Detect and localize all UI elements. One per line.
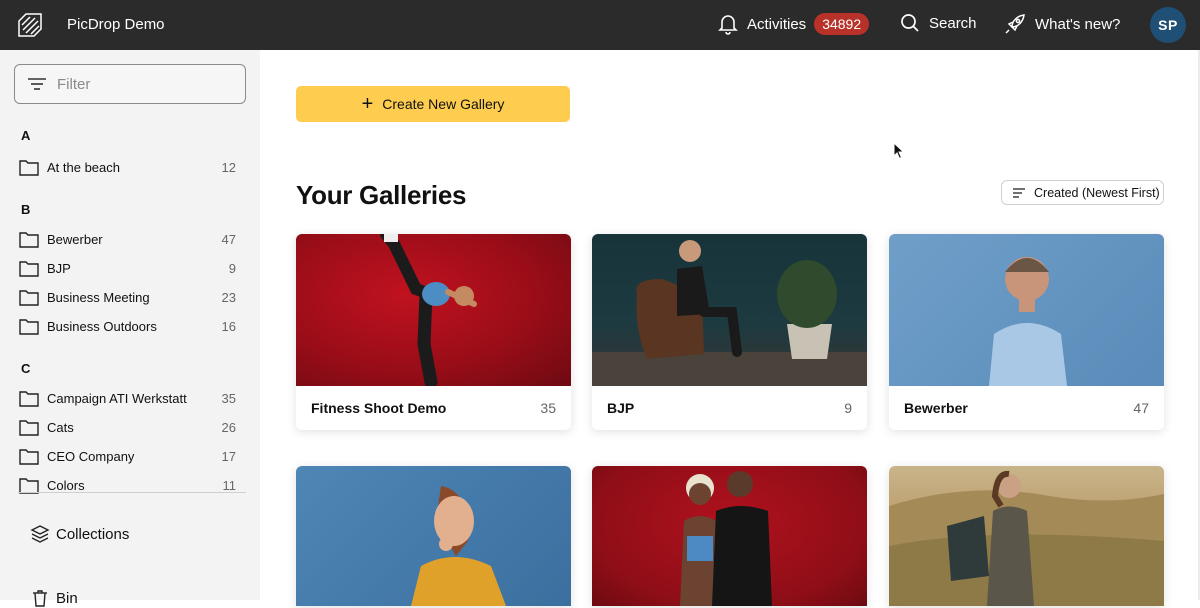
gallery-thumbnail xyxy=(296,466,571,606)
gallery-thumbnail xyxy=(592,234,867,386)
create-new-gallery-label: Create New Gallery xyxy=(382,96,505,112)
sidebar-item-at-the-beach[interactable]: At the beach 12 xyxy=(0,153,260,182)
activities-button[interactable]: Activities 34892 xyxy=(718,13,870,35)
gallery-card-name: Fitness Shoot Demo xyxy=(311,400,447,416)
folder-icon xyxy=(19,449,39,465)
gallery-card-bewerber[interactable]: Bewerber 47 xyxy=(889,234,1164,430)
sidebar-item-count: 26 xyxy=(221,420,236,435)
sidebar-item-count: 12 xyxy=(221,160,236,175)
sidebar-item-count: 16 xyxy=(221,319,236,334)
gallery-card-footer: Bewerber 47 xyxy=(889,386,1164,430)
sidebar-item-count: 9 xyxy=(228,261,236,276)
sidebar-item-label: Business Outdoors xyxy=(47,319,157,334)
fitness-couple-photo-illustration xyxy=(680,471,772,606)
gallery-card[interactable] xyxy=(296,466,571,606)
gallery-card-footer: BJP 9 xyxy=(592,386,867,430)
bell-icon xyxy=(718,15,738,35)
woman-in-chair-photo-illustration xyxy=(592,240,867,386)
sidebar-item-count: 47 xyxy=(221,232,236,247)
sidebar-item-bewerber[interactable]: Bewerber 47 xyxy=(0,225,260,254)
sidebar-item-label: At the beach xyxy=(47,160,120,175)
group-letter-c: C xyxy=(21,361,31,376)
gallery-card-fitness-shoot-demo[interactable]: Fitness Shoot Demo 35 xyxy=(296,234,571,430)
folder-icon xyxy=(19,391,39,407)
list-divider xyxy=(18,492,246,493)
group-letter-a: A xyxy=(21,128,31,143)
sidebar-item-label: Business Meeting xyxy=(47,290,150,305)
app-title[interactable]: PicDrop Demo xyxy=(67,16,165,33)
folder-icon xyxy=(19,420,39,436)
collections-link[interactable]: Collections xyxy=(30,524,129,544)
filter-input[interactable] xyxy=(57,75,227,93)
gallery-card-bjp[interactable]: BJP 9 xyxy=(592,234,867,430)
gallery-card[interactable] xyxy=(889,466,1164,606)
sidebar-item-cats[interactable]: Cats 26 xyxy=(0,413,260,442)
gallery-card-name: BJP xyxy=(607,400,635,416)
sort-dropdown[interactable]: Created (Newest First) xyxy=(1001,180,1164,205)
folder-icon xyxy=(19,160,39,176)
man-portrait-photo-illustration xyxy=(989,257,1067,386)
rocket-icon xyxy=(1005,14,1025,34)
sidebar-item-label: Bewerber xyxy=(47,232,103,247)
fitness-photo-illustration xyxy=(380,234,477,386)
sidebar-item-label: Colors xyxy=(47,478,85,493)
top-bar: PicDrop Demo Activities 34892 Search Wha… xyxy=(0,0,1200,50)
create-new-gallery-button[interactable]: + Create New Gallery xyxy=(296,86,570,122)
search-button[interactable]: Search xyxy=(900,13,977,33)
gallery-thumbnail xyxy=(296,234,571,386)
gallery-thumbnail xyxy=(889,466,1164,606)
sidebar-item-count: 17 xyxy=(221,449,236,464)
gallery-thumbnail xyxy=(889,234,1164,386)
sidebar-item-label: Cats xyxy=(47,420,74,435)
plus-icon: + xyxy=(361,93,374,115)
page-title: Your Galleries xyxy=(296,180,467,210)
gallery-card-count: 47 xyxy=(1133,400,1149,416)
activities-label: Activities xyxy=(747,15,807,33)
folder-icon xyxy=(19,261,39,277)
sort-label: Created (Newest First) xyxy=(1034,185,1160,200)
sidebar-item-bjp[interactable]: BJP 9 xyxy=(0,254,260,283)
gallery-card-count: 35 xyxy=(540,400,556,416)
sidebar-item-business-meeting[interactable]: Business Meeting 23 xyxy=(0,283,260,312)
sidebar-item-business-outdoors[interactable]: Business Outdoors 16 xyxy=(0,312,260,341)
sidebar-item-count: 35 xyxy=(221,391,236,406)
sort-lines-icon xyxy=(1013,187,1025,198)
hiking-woman-photo-illustration xyxy=(889,470,1164,606)
trash-icon xyxy=(33,590,47,607)
collections-label: Collections xyxy=(56,525,130,543)
gallery-card-footer: Fitness Shoot Demo 35 xyxy=(296,386,571,430)
sidebar-item-count: 11 xyxy=(222,478,237,493)
picdrop-logo-icon[interactable] xyxy=(16,11,44,39)
gallery-card-name: Bewerber xyxy=(904,400,968,416)
gallery-thumbnail xyxy=(592,466,867,606)
whats-new-button[interactable]: What's new? xyxy=(1004,13,1120,35)
sidebar-item-label: CEO Company xyxy=(47,449,135,464)
layers-icon xyxy=(30,525,50,543)
search-icon xyxy=(901,14,919,32)
search-label: Search xyxy=(929,14,977,32)
group-letter-b: B xyxy=(21,202,31,217)
folder-icon xyxy=(19,290,39,306)
mouse-cursor-icon xyxy=(893,142,905,160)
gallery-card-count: 9 xyxy=(844,400,852,416)
filter-field[interactable] xyxy=(14,64,246,104)
sidebar-item-ceo-company[interactable]: CEO Company 17 xyxy=(0,442,260,471)
sidebar-item-label: Campaign ATI Werkstatt xyxy=(47,391,187,406)
folder-icon xyxy=(19,319,39,335)
filter-lines-icon xyxy=(28,78,46,90)
gallery-list[interactable]: A At the beach 12 B Bewerber 47 BJP 9 Bu… xyxy=(0,120,260,495)
user-avatar[interactable]: SP xyxy=(1150,7,1186,43)
folder-icon xyxy=(19,232,39,248)
sidebar-item-count: 23 xyxy=(221,290,236,305)
gallery-card[interactable] xyxy=(592,466,867,606)
sidebar: A At the beach 12 B Bewerber 47 BJP 9 Bu… xyxy=(0,50,260,607)
bin-link[interactable]: Bin xyxy=(30,588,78,608)
sidebar-item-campaign-ati-werkstatt[interactable]: Campaign ATI Werkstatt 35 xyxy=(0,384,260,413)
surprised-woman-photo-illustration xyxy=(411,486,506,606)
sidebar-item-label: BJP xyxy=(47,261,71,276)
whats-new-label: What's new? xyxy=(1035,15,1121,33)
bin-label: Bin xyxy=(56,589,78,607)
activities-count-badge: 34892 xyxy=(814,13,870,35)
